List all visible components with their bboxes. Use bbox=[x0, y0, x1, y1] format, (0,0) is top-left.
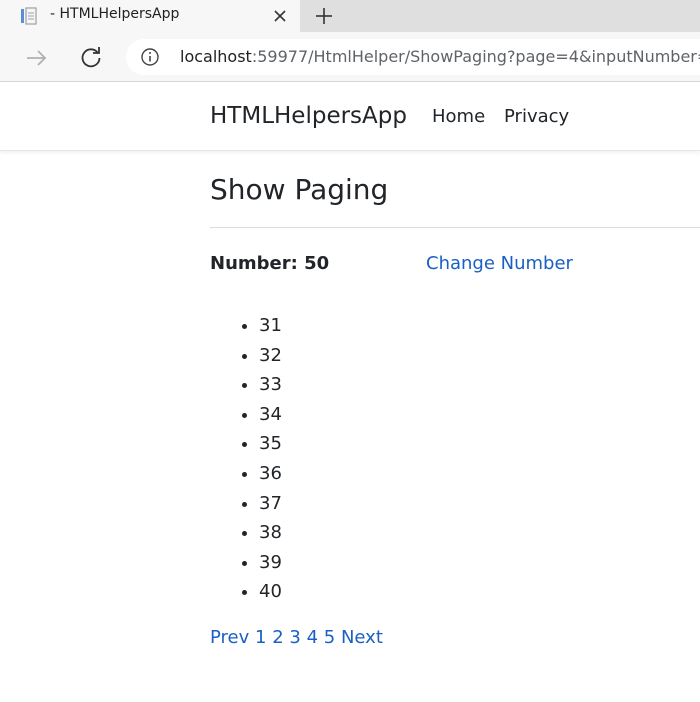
browser-tab[interactable]: - HTMLHelpersApp bbox=[0, 0, 300, 32]
url-text[interactable]: localhost:59977/HtmlHelper/ShowPaging?pa… bbox=[180, 47, 700, 66]
page-title: Show Paging bbox=[210, 173, 389, 206]
new-tab-icon[interactable] bbox=[313, 5, 335, 27]
list-item: 35 bbox=[259, 429, 282, 459]
list-item: 38 bbox=[259, 518, 282, 548]
forward-arrow-icon[interactable] bbox=[22, 44, 50, 72]
change-number-link[interactable]: Change Number bbox=[426, 253, 573, 274]
pager-page-4-link[interactable]: 4 bbox=[307, 627, 318, 648]
pager-prev-link[interactable]: Prev bbox=[210, 627, 249, 648]
refresh-icon[interactable] bbox=[77, 43, 105, 71]
pager: Prev 1 2 3 4 5 Next bbox=[210, 627, 383, 648]
list-item: 32 bbox=[259, 341, 282, 371]
pager-page-1-link[interactable]: 1 bbox=[255, 627, 266, 648]
list-item: 37 bbox=[259, 489, 282, 519]
list-item: 40 bbox=[259, 577, 282, 607]
url-path: :59977/HtmlHelper/ShowPaging?page=4&inpu… bbox=[251, 47, 700, 66]
browser-tabstrip: - HTMLHelpersApp bbox=[0, 0, 700, 32]
site-navbar: HTMLHelpersApp Home Privacy bbox=[0, 83, 700, 151]
close-icon[interactable] bbox=[272, 8, 288, 24]
browser-toolbar: localhost:59977/HtmlHelper/ShowPaging?pa… bbox=[0, 32, 700, 82]
pager-page-5-link[interactable]: 5 bbox=[324, 627, 335, 648]
nav-link-privacy[interactable]: Privacy bbox=[504, 106, 569, 127]
pager-next-link[interactable]: Next bbox=[341, 627, 383, 648]
info-icon[interactable] bbox=[140, 47, 160, 67]
pager-page-2-link[interactable]: 2 bbox=[272, 627, 283, 648]
nav-link-home[interactable]: Home bbox=[432, 106, 485, 127]
url-host: localhost bbox=[180, 47, 252, 66]
navbar-brand[interactable]: HTMLHelpersApp bbox=[210, 103, 407, 129]
list-item: 39 bbox=[259, 548, 282, 578]
number-label: Number: 50 bbox=[210, 253, 330, 274]
list-item: 34 bbox=[259, 400, 282, 430]
divider bbox=[210, 227, 700, 228]
tab-title: - HTMLHelpersApp bbox=[50, 6, 180, 22]
list-item: 36 bbox=[259, 459, 282, 489]
item-list: 31 32 33 34 35 36 37 38 39 40 bbox=[259, 311, 282, 607]
address-bar[interactable]: localhost:59977/HtmlHelper/ShowPaging?pa… bbox=[126, 39, 700, 75]
page-icon bbox=[21, 7, 37, 25]
pager-page-3-link[interactable]: 3 bbox=[289, 627, 300, 648]
list-item: 33 bbox=[259, 370, 282, 400]
list-item: 31 bbox=[259, 311, 282, 341]
